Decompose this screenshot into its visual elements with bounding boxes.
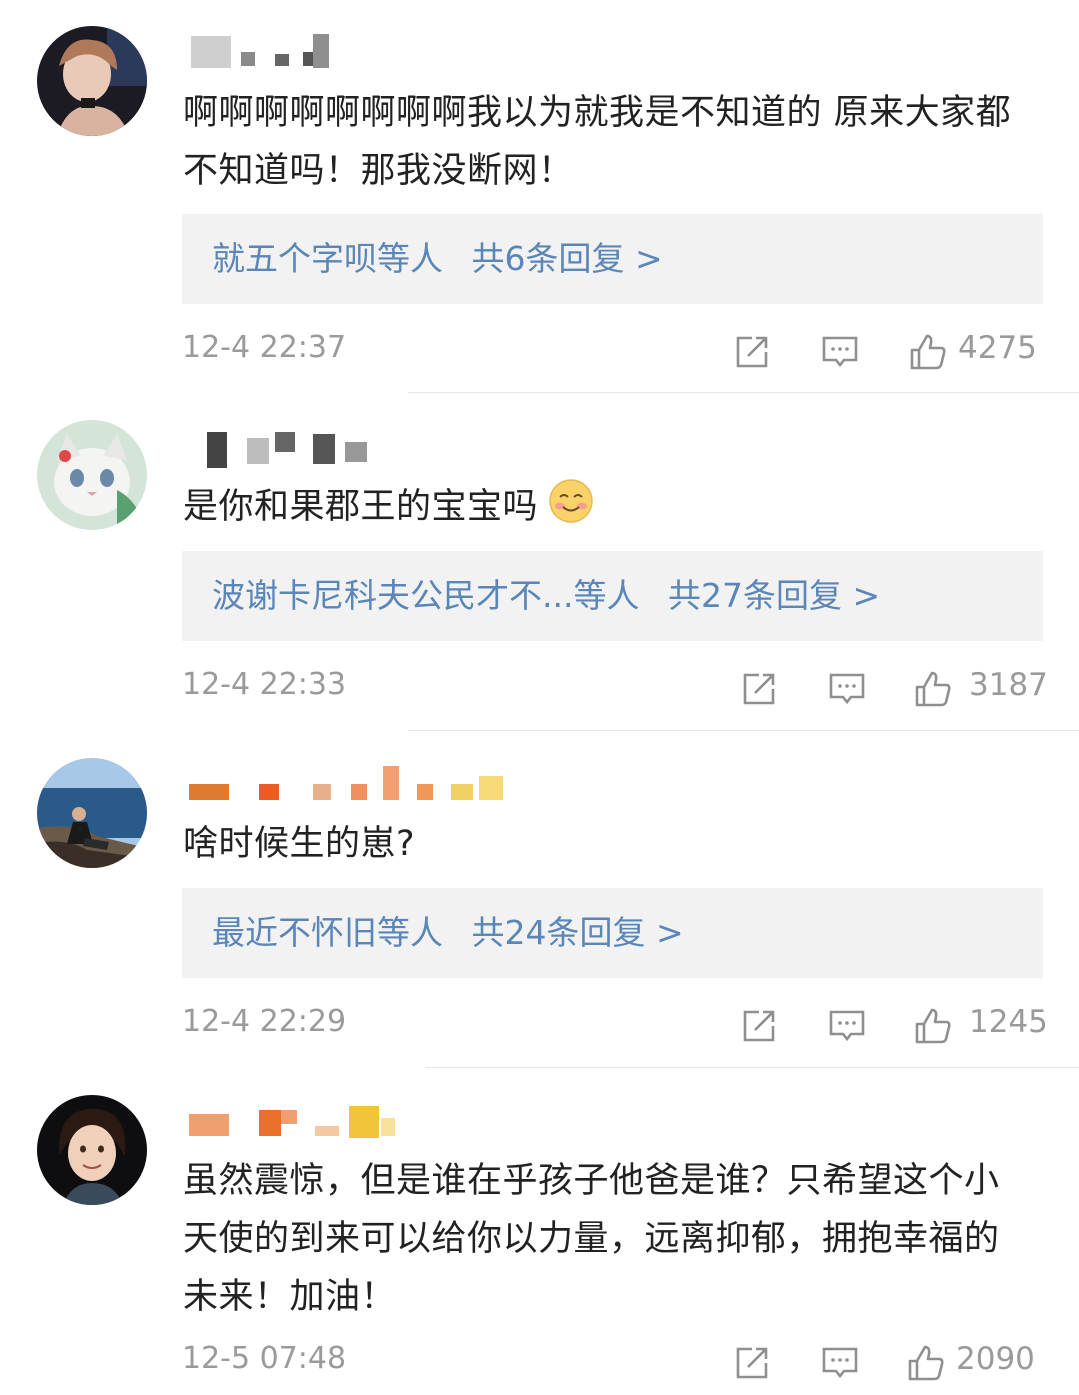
thumbs-up-icon[interactable] xyxy=(913,669,953,709)
avatar[interactable] xyxy=(37,420,147,530)
timestamp: 12-4 22:33 xyxy=(182,667,347,702)
avatar[interactable] xyxy=(37,26,147,136)
comment-icon[interactable] xyxy=(827,669,867,709)
share-icon[interactable] xyxy=(739,669,779,709)
reply-preview[interactable]: 波谢卡尼科夫公民才不...等人 共27条回复 > xyxy=(182,551,1043,641)
thumbs-up-icon[interactable] xyxy=(906,1343,946,1383)
share-icon[interactable] xyxy=(732,332,772,372)
share-icon[interactable] xyxy=(732,1343,772,1383)
timestamp: 12-5 07:48 xyxy=(182,1341,347,1376)
divider xyxy=(408,730,1079,731)
reply-count-link[interactable]: 共6条回复 > xyxy=(472,239,663,278)
thumbs-up-icon[interactable] xyxy=(913,1006,953,1046)
divider xyxy=(408,392,1079,393)
reply-count-link[interactable]: 共24条回复 > xyxy=(472,913,684,952)
timestamp: 12-4 22:29 xyxy=(182,1004,347,1039)
thumbs-up-icon[interactable] xyxy=(908,332,948,372)
share-icon[interactable] xyxy=(739,1006,779,1046)
comment-text: 啊啊啊啊啊啊啊啊我以为就我是不知道的 原来大家都不知道吗！那我没断网！ xyxy=(183,93,1012,191)
reply-preview[interactable]: 最近不怀旧等人 共24条回复 > xyxy=(182,888,1043,978)
like-count: 3187 xyxy=(969,667,1048,703)
comment-icon[interactable] xyxy=(820,332,860,372)
reply-count-link[interactable]: 共27条回复 > xyxy=(668,576,880,615)
comment-text: 虽然震惊，但是谁在乎孩子他爸是谁？只希望这个小天使的到来可以给你以力量，远离抑郁… xyxy=(183,1161,1000,1317)
like-count: 2090 xyxy=(956,1341,1035,1377)
comment-meta: 12-4 22:33 3187 xyxy=(182,663,1048,711)
like-count: 4275 xyxy=(958,330,1037,366)
reply-preview[interactable]: 就五个字呗等人 共6条回复 > xyxy=(182,214,1043,304)
comment-text-content: 是你和果郡王的宝宝吗 xyxy=(183,487,539,527)
comment-icon[interactable] xyxy=(820,1343,860,1383)
timestamp: 12-4 22:37 xyxy=(182,330,347,365)
comment-icon[interactable] xyxy=(827,1006,867,1046)
reply-authors: 波谢卡尼科夫公民才不...等人 xyxy=(212,576,640,615)
comment-meta: 12-4 22:29 1245 xyxy=(182,1000,1048,1048)
reply-authors: 最近不怀旧等人 xyxy=(212,913,443,952)
avatar[interactable] xyxy=(37,758,147,868)
comment-meta: 12-5 07:48 2090 xyxy=(182,1337,1042,1385)
smiling-face-emoji xyxy=(548,478,594,524)
divider xyxy=(425,1067,1079,1068)
comment-meta: 12-4 22:37 4275 xyxy=(182,326,1042,374)
comment-text: 是你和果郡王的宝宝吗 xyxy=(183,478,1043,536)
avatar[interactable] xyxy=(37,1095,147,1205)
reply-authors: 就五个字呗等人 xyxy=(212,239,443,278)
comment-text: 啥时候生的崽? xyxy=(183,824,416,864)
like-count: 1245 xyxy=(969,1004,1048,1040)
